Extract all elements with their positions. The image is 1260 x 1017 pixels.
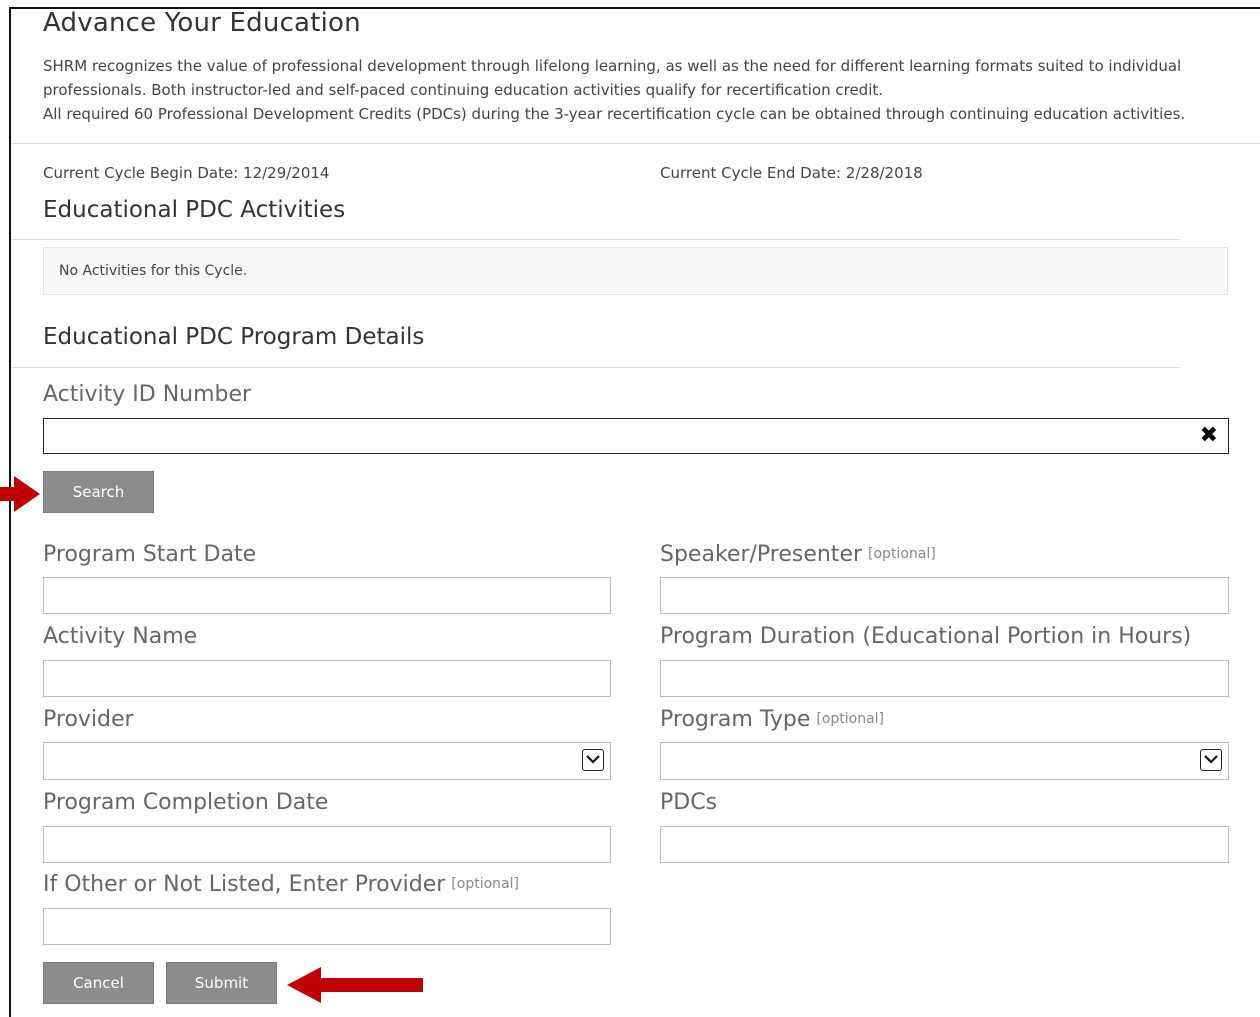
program-start-date-input[interactable] — [43, 577, 611, 614]
intro-paragraph-1: SHRM recognizes the value of professiona… — [43, 57, 1182, 99]
divider — [11, 143, 1260, 144]
program-type-select[interactable] — [660, 742, 1229, 780]
intro-text: SHRM recognizes the value of professiona… — [43, 54, 1223, 126]
annotation-arrow-icon — [287, 967, 423, 1003]
program-duration-label: Program Duration (Educational Portion in… — [660, 624, 1192, 649]
pdcs-label: PDCs — [660, 790, 718, 815]
pdcs-input[interactable] — [660, 826, 1229, 863]
optional-tag: [optional] — [868, 546, 936, 562]
program-start-date-label: Program Start Date — [43, 542, 257, 567]
cancel-button[interactable]: Cancel — [43, 962, 154, 1004]
optional-tag: [optional] — [451, 876, 519, 892]
chevron-down-icon[interactable] — [582, 749, 604, 771]
provider-label: Provider — [43, 707, 134, 732]
submit-button[interactable]: Submit — [166, 962, 277, 1004]
program-duration-input[interactable] — [660, 660, 1229, 697]
activity-id-label: Activity ID Number — [43, 382, 252, 407]
divider — [11, 367, 1180, 368]
cycle-begin-date: Current Cycle Begin Date: 12/29/2014 — [43, 164, 330, 182]
search-button[interactable]: Search — [43, 471, 154, 513]
intro-paragraph-2: All required 60 Professional Development… — [43, 105, 1186, 123]
activities-heading: Educational PDC Activities — [43, 197, 346, 223]
program-type-label: Program Type [optional] — [660, 707, 884, 732]
program-completion-date-label: Program Completion Date — [43, 790, 329, 815]
no-activities-panel: No Activities for this Cycle. — [43, 247, 1228, 295]
speaker-input[interactable] — [660, 577, 1229, 614]
activity-id-input[interactable]: ✖ — [43, 418, 1229, 454]
speaker-label: Speaker/Presenter [optional] — [660, 542, 936, 567]
speaker-label-text: Speaker/Presenter — [660, 542, 863, 567]
provider-select[interactable] — [43, 742, 611, 780]
cycle-end-date: Current Cycle End Date: 2/28/2018 — [660, 164, 923, 182]
other-provider-label: If Other or Not Listed, Enter Provider [o… — [43, 872, 519, 897]
divider — [11, 239, 1180, 240]
program-details-heading: Educational PDC Program Details — [43, 324, 425, 350]
other-provider-label-text: If Other or Not Listed, Enter Provider — [43, 872, 446, 897]
clear-icon[interactable]: ✖ — [1200, 423, 1218, 448]
chevron-down-icon[interactable] — [1200, 749, 1222, 771]
activity-name-input[interactable] — [43, 660, 611, 697]
page-title: Advance Your Education — [43, 8, 361, 38]
program-type-label-text: Program Type — [660, 707, 811, 732]
activity-name-label: Activity Name — [43, 624, 198, 649]
other-provider-input[interactable] — [43, 908, 611, 945]
optional-tag: [optional] — [816, 711, 885, 727]
program-completion-date-input[interactable] — [43, 826, 611, 863]
annotation-arrow-icon — [0, 476, 40, 512]
page-frame — [9, 7, 1260, 1017]
